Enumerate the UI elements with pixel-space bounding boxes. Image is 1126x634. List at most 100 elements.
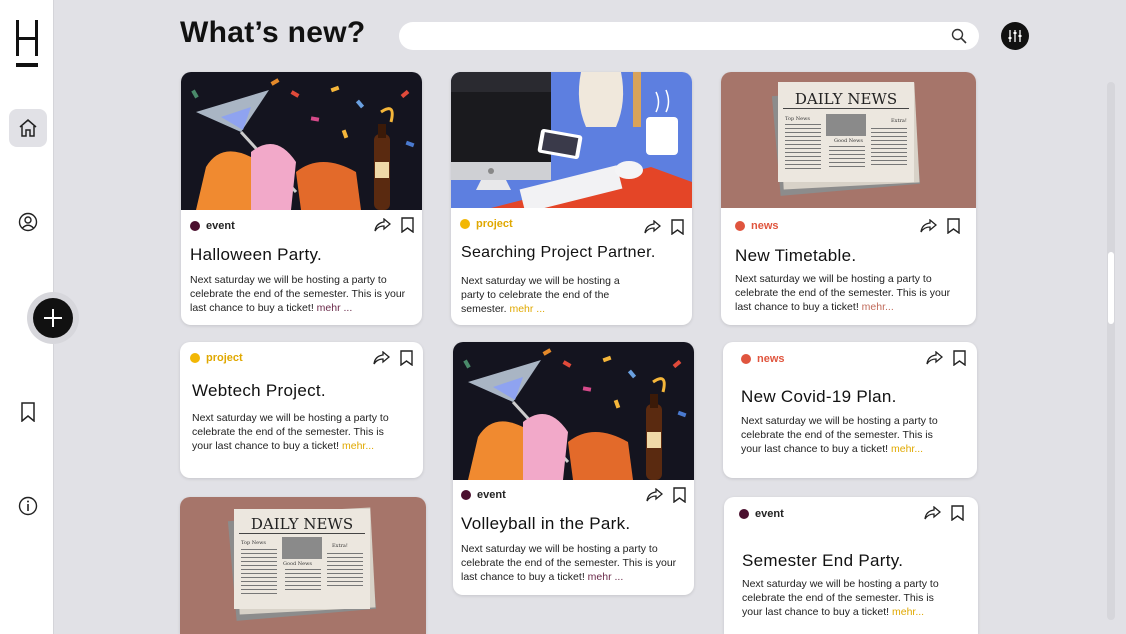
share-icon[interactable]: [920, 219, 937, 233]
desk-illustration: [451, 72, 692, 208]
card-title: Webtech Project.: [192, 381, 326, 400]
sliders-icon: [1008, 30, 1022, 42]
home-icon: [19, 119, 37, 137]
tag-project: project: [190, 352, 243, 364]
more-link[interactable]: mehr ...: [588, 571, 624, 583]
card-title: Volleyball in the Park.: [461, 514, 631, 533]
search-input[interactable]: [399, 22, 979, 50]
card-title: Searching Project Partner.: [461, 244, 656, 261]
tag-dot: [460, 219, 470, 229]
newspaper-masthead: DAILY NEWS: [251, 515, 353, 533]
scrollbar[interactable]: [1107, 82, 1115, 620]
card-actions: [924, 505, 964, 521]
newspaper-right-heading: Extra!: [332, 543, 348, 549]
share-icon[interactable]: [924, 506, 941, 520]
plus-icon: [44, 309, 62, 327]
share-icon[interactable]: [644, 220, 661, 234]
card-semester-end[interactable]: event Semester End Party. Next saturday …: [724, 497, 978, 634]
nav-home[interactable]: [9, 109, 47, 147]
bookmark-icon[interactable]: [673, 487, 686, 503]
nav-profile[interactable]: [9, 203, 47, 241]
app-logo[interactable]: [12, 18, 42, 70]
tag-dot: [739, 509, 749, 519]
tag-news: news: [735, 220, 779, 232]
card-actions: [646, 487, 686, 503]
card-description: Next saturday we will be hosting a party…: [735, 273, 951, 313]
search-icon[interactable]: [951, 28, 967, 44]
more-link[interactable]: mehr...: [862, 301, 894, 313]
bookmark-icon[interactable]: [401, 217, 414, 233]
card-title: New Covid-19 Plan.: [741, 387, 897, 406]
party-illustration: [453, 342, 694, 480]
newspaper-illustration: DAILY NEWS Top News Extra! Good News: [180, 497, 426, 634]
more-link[interactable]: mehr...: [891, 443, 923, 455]
card-description: Next saturday we will be hosting a party…: [741, 415, 938, 455]
info-icon: [18, 496, 38, 516]
more-link[interactable]: mehr...: [342, 440, 374, 452]
nav-bookmarks[interactable]: [9, 393, 47, 431]
tag-news: news: [741, 353, 785, 365]
card-description: Next saturday we will be hosting a party…: [461, 275, 620, 315]
bookmark-icon: [21, 402, 35, 422]
tag-label: news: [757, 353, 785, 365]
more-link[interactable]: mehr...: [892, 606, 924, 618]
newspaper-mid-heading: Good News: [283, 561, 312, 567]
tag-dot: [461, 490, 471, 500]
card-news-image[interactable]: DAILY NEWS Top News Extra! Good News: [180, 497, 426, 634]
card-actions: [374, 217, 414, 233]
card-title: Halloween Party.: [190, 245, 323, 264]
tag-label: project: [206, 352, 243, 364]
card-halloween[interactable]: event Halloween Party. Next saturday we …: [181, 72, 422, 325]
profile-icon: [18, 212, 38, 232]
bookmark-icon[interactable]: [947, 218, 960, 234]
newspaper-masthead: DAILY NEWS: [795, 90, 897, 108]
tag-label: project: [476, 218, 513, 230]
tag-event: event: [461, 489, 506, 501]
share-icon[interactable]: [373, 351, 390, 365]
tag-dot: [190, 353, 200, 363]
tag-label: news: [751, 220, 779, 232]
share-icon[interactable]: [374, 218, 391, 232]
card-webtech[interactable]: project Webtech Project. Next saturday w…: [180, 342, 423, 478]
add-button-halo: [27, 292, 79, 344]
card-title: New Timetable.: [735, 246, 857, 265]
tag-project: project: [460, 218, 513, 230]
card-covid[interactable]: news New Covid-19 Plan. Next saturday we…: [723, 342, 977, 478]
card-actions: [926, 350, 966, 366]
scrollbar-thumb[interactable]: [1108, 252, 1114, 324]
bookmark-icon[interactable]: [951, 505, 964, 521]
card-description: Next saturday we will be hosting a party…: [190, 274, 406, 314]
newspaper-illustration: DAILY NEWS Top News Extra! Good News: [721, 72, 976, 208]
newspaper-left-heading: Top News: [785, 116, 810, 122]
card-actions: [644, 219, 684, 235]
card-description: Next saturday we will be hosting a party…: [192, 412, 389, 452]
bookmark-icon[interactable]: [953, 350, 966, 366]
tag-dot: [190, 221, 200, 231]
nav-info[interactable]: [9, 487, 47, 525]
bookmark-icon[interactable]: [671, 219, 684, 235]
add-post-button[interactable]: [33, 298, 73, 338]
share-icon[interactable]: [646, 488, 663, 502]
share-icon[interactable]: [926, 351, 943, 365]
page-title: What’s new?: [180, 16, 366, 49]
card-timetable[interactable]: DAILY NEWS Top News Extra! Good News new…: [721, 72, 976, 325]
bookmark-icon[interactable]: [400, 350, 413, 366]
tag-event: event: [190, 220, 235, 232]
card-description: Next saturday we will be hosting a party…: [742, 578, 939, 618]
card-title: Semester End Party.: [742, 551, 904, 570]
tag-label: event: [477, 489, 506, 501]
tag-dot: [735, 221, 745, 231]
more-link[interactable]: mehr ...: [317, 302, 353, 314]
newspaper-mid-heading: Good News: [834, 138, 863, 144]
tag-label: event: [755, 508, 784, 520]
card-volleyball[interactable]: event Volleyball in the Park. Next satur…: [453, 342, 694, 595]
newspaper-left-heading: Top News: [241, 540, 266, 546]
party-illustration: [181, 72, 422, 210]
card-actions: [373, 350, 413, 366]
newspaper-right-heading: Extra!: [891, 118, 907, 124]
tag-event: event: [739, 508, 784, 520]
card-project-partner[interactable]: project Searching Project Partner. Next …: [451, 72, 692, 325]
more-link[interactable]: mehr ...: [509, 303, 545, 315]
tag-label: event: [206, 220, 235, 232]
filter-button[interactable]: [1001, 22, 1029, 50]
